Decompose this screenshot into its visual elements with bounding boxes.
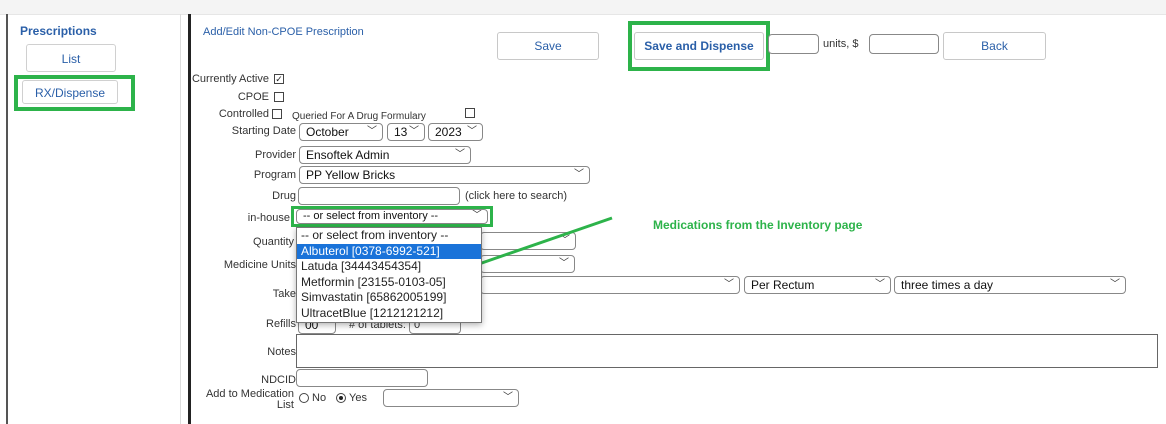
inventory-option[interactable]: -- or select from inventory -- <box>297 228 481 244</box>
annotation-arrow <box>475 216 613 267</box>
sidebar-list-button[interactable]: List <box>26 44 116 72</box>
back-button[interactable]: Back <box>943 32 1046 60</box>
controlled-checkbox[interactable] <box>272 109 282 119</box>
cpoe-checkbox[interactable] <box>274 92 284 102</box>
year-select[interactable]: 2023 ﹀ <box>428 123 483 141</box>
provider-label: Provider <box>255 149 296 161</box>
sidebar-rx-dispense-button[interactable]: RX/Dispense <box>22 80 118 104</box>
controlled-label: Controlled <box>218 108 269 120</box>
notes-textarea[interactable] <box>296 334 1158 368</box>
quantity-label: Quantity <box>253 236 294 248</box>
yes-label: Yes <box>349 392 367 404</box>
ndcid-input[interactable] <box>296 369 428 387</box>
save-button[interactable]: Save <box>497 32 599 60</box>
program-select[interactable]: PP Yellow Bricks ﹀ <box>299 166 590 184</box>
inventory-option[interactable]: UltracetBlue [1212121212] <box>297 306 481 322</box>
inhouse-inventory-select[interactable]: -- or select from inventory -- ﹀ <box>296 209 488 224</box>
currently-active-label: Currently Active <box>191 73 269 85</box>
queried-formulary-label: Queried For A Drug Formulary <box>292 111 426 122</box>
drug-search-link[interactable]: (click here to search) <box>465 190 567 202</box>
route-select[interactable]: Per Rectum ﹀ <box>744 276 891 294</box>
provider-select[interactable]: Ensoftek Admin ﹀ <box>299 146 471 164</box>
annotation-arrow-line <box>475 216 613 267</box>
sidebar-title: Prescriptions <box>20 24 97 38</box>
currently-active-checkbox[interactable]: ✓ <box>274 74 284 84</box>
starting-date-label: Starting Date <box>231 125 296 137</box>
add-med-yes-radio[interactable] <box>336 393 346 403</box>
queried-formulary-checkbox[interactable] <box>465 108 475 118</box>
drug-input[interactable] <box>298 187 460 205</box>
chevron-down-icon: ﹀ <box>574 169 584 180</box>
inventory-option[interactable]: Albuterol [0378-6992-521] <box>297 243 481 259</box>
chevron-down-icon: ﹀ <box>367 126 377 137</box>
add-to-medication-list-label: Add to Medication List <box>205 388 294 411</box>
price-input[interactable] <box>869 34 939 54</box>
month-select[interactable]: October ﹀ <box>299 123 383 141</box>
refills-label: Refills <box>266 318 296 330</box>
inventory-option[interactable]: Simvastatin [65862005199] <box>297 290 481 306</box>
medicine-units-label: Medicine Units <box>223 259 296 271</box>
annotation-text: Medications from the Inventory page <box>653 218 863 232</box>
inhouse-label: in-house <box>247 212 290 224</box>
chevron-down-icon: ﹀ <box>409 126 419 137</box>
chevron-down-icon: ﹀ <box>875 279 885 290</box>
inventory-option[interactable]: Metformin [23155-0103-05] <box>297 275 481 291</box>
add-med-no-radio[interactable] <box>299 393 309 403</box>
chevron-down-icon: ﹀ <box>1110 279 1120 290</box>
chevron-down-icon: ﹀ <box>724 279 734 290</box>
no-label: No <box>312 392 327 404</box>
cpoe-label: CPOE <box>237 91 269 103</box>
page-title: Add/Edit Non-CPOE Prescription <box>203 26 364 38</box>
day-select[interactable]: 13 ﹀ <box>387 123 425 141</box>
ndcid-label: NDCID <box>261 374 296 386</box>
medication-list-select[interactable]: ﹀ <box>383 389 519 407</box>
drug-label: Drug <box>272 190 296 202</box>
inventory-dropdown-list: -- or select from inventory -- Albuterol … <box>296 227 482 323</box>
window-top-strip <box>0 0 1166 15</box>
units-label: units, $ <box>823 38 859 50</box>
inventory-option[interactable]: Latuda [34443454354] <box>297 259 481 275</box>
save-and-dispense-button[interactable]: Save and Dispense <box>634 32 764 60</box>
chevron-down-icon: ﹀ <box>455 149 465 160</box>
take-label: Take <box>272 288 296 300</box>
chevron-down-icon: ﹀ <box>503 392 513 403</box>
notes-label: Notes <box>267 346 296 358</box>
chevron-down-icon: ﹀ <box>467 126 477 137</box>
units-input[interactable] <box>768 34 819 54</box>
program-label: Program <box>253 169 296 181</box>
frequency-select[interactable]: three times a day ﹀ <box>894 276 1126 294</box>
